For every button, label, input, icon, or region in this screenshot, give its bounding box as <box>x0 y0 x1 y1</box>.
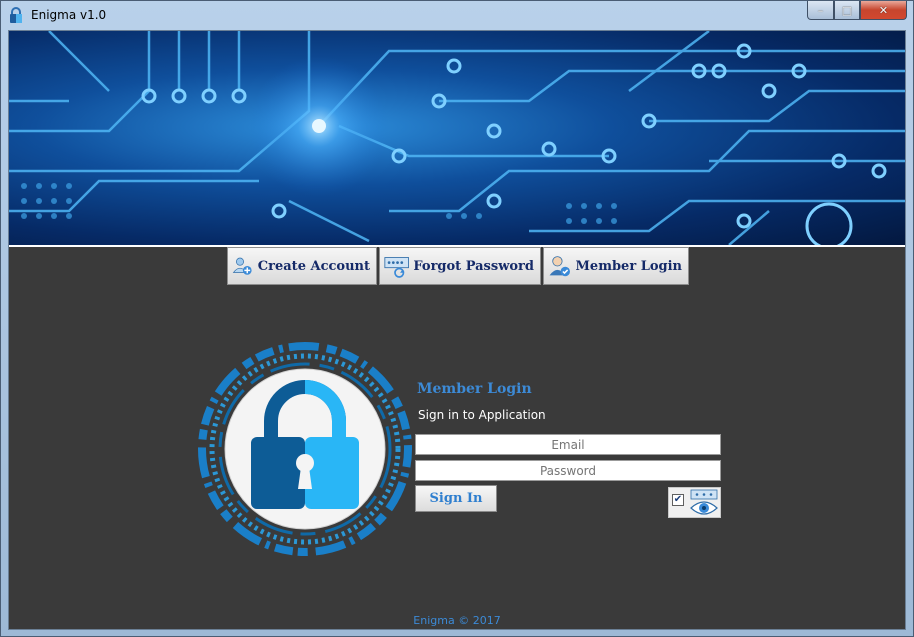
title-bar[interactable]: Enigma v1.0 – □ ✕ <box>1 1 913 30</box>
password-reset-icon <box>384 257 409 278</box>
add-user-icon <box>232 257 252 275</box>
member-login-label: Member Login <box>575 258 682 274</box>
window-title: Enigma v1.0 <box>31 8 107 22</box>
sign-in-button[interactable]: Sign In <box>415 485 497 512</box>
show-password-checkbox[interactable]: ✔ <box>672 494 684 506</box>
password-field[interactable] <box>415 460 721 481</box>
footer-copyright: Enigma © 2017 <box>413 614 501 627</box>
navigation-bar: Create Account Forgot Password Member Lo… <box>227 247 689 285</box>
forgot-password-label: Forgot Password <box>413 258 534 274</box>
user-check-icon <box>549 256 570 277</box>
close-button[interactable]: ✕ <box>860 1 907 20</box>
member-login-button[interactable]: Member Login <box>543 247 689 285</box>
email-field[interactable] <box>415 434 721 455</box>
padlock-icon <box>198 342 412 556</box>
enigma-app-icon <box>10 7 22 23</box>
forgot-password-button[interactable]: Forgot Password <box>379 247 541 285</box>
create-account-button[interactable]: Create Account <box>227 247 377 285</box>
form-title: Member Login <box>417 381 532 397</box>
show-password-toggle[interactable]: ✔ <box>668 487 721 518</box>
app-window: Enigma v1.0 – □ ✕ Create Account Forgot … <box>0 0 914 637</box>
minimize-button[interactable]: – <box>807 1 834 20</box>
circuit-banner <box>9 31 905 247</box>
circuit-pattern <box>9 31 905 245</box>
create-account-label: Create Account <box>257 258 370 274</box>
client-area: Create Account Forgot Password Member Lo… <box>8 30 906 630</box>
maximize-button[interactable]: □ <box>834 1 860 20</box>
form-subtitle: Sign in to Application <box>418 408 546 422</box>
eye-icon <box>690 489 718 515</box>
